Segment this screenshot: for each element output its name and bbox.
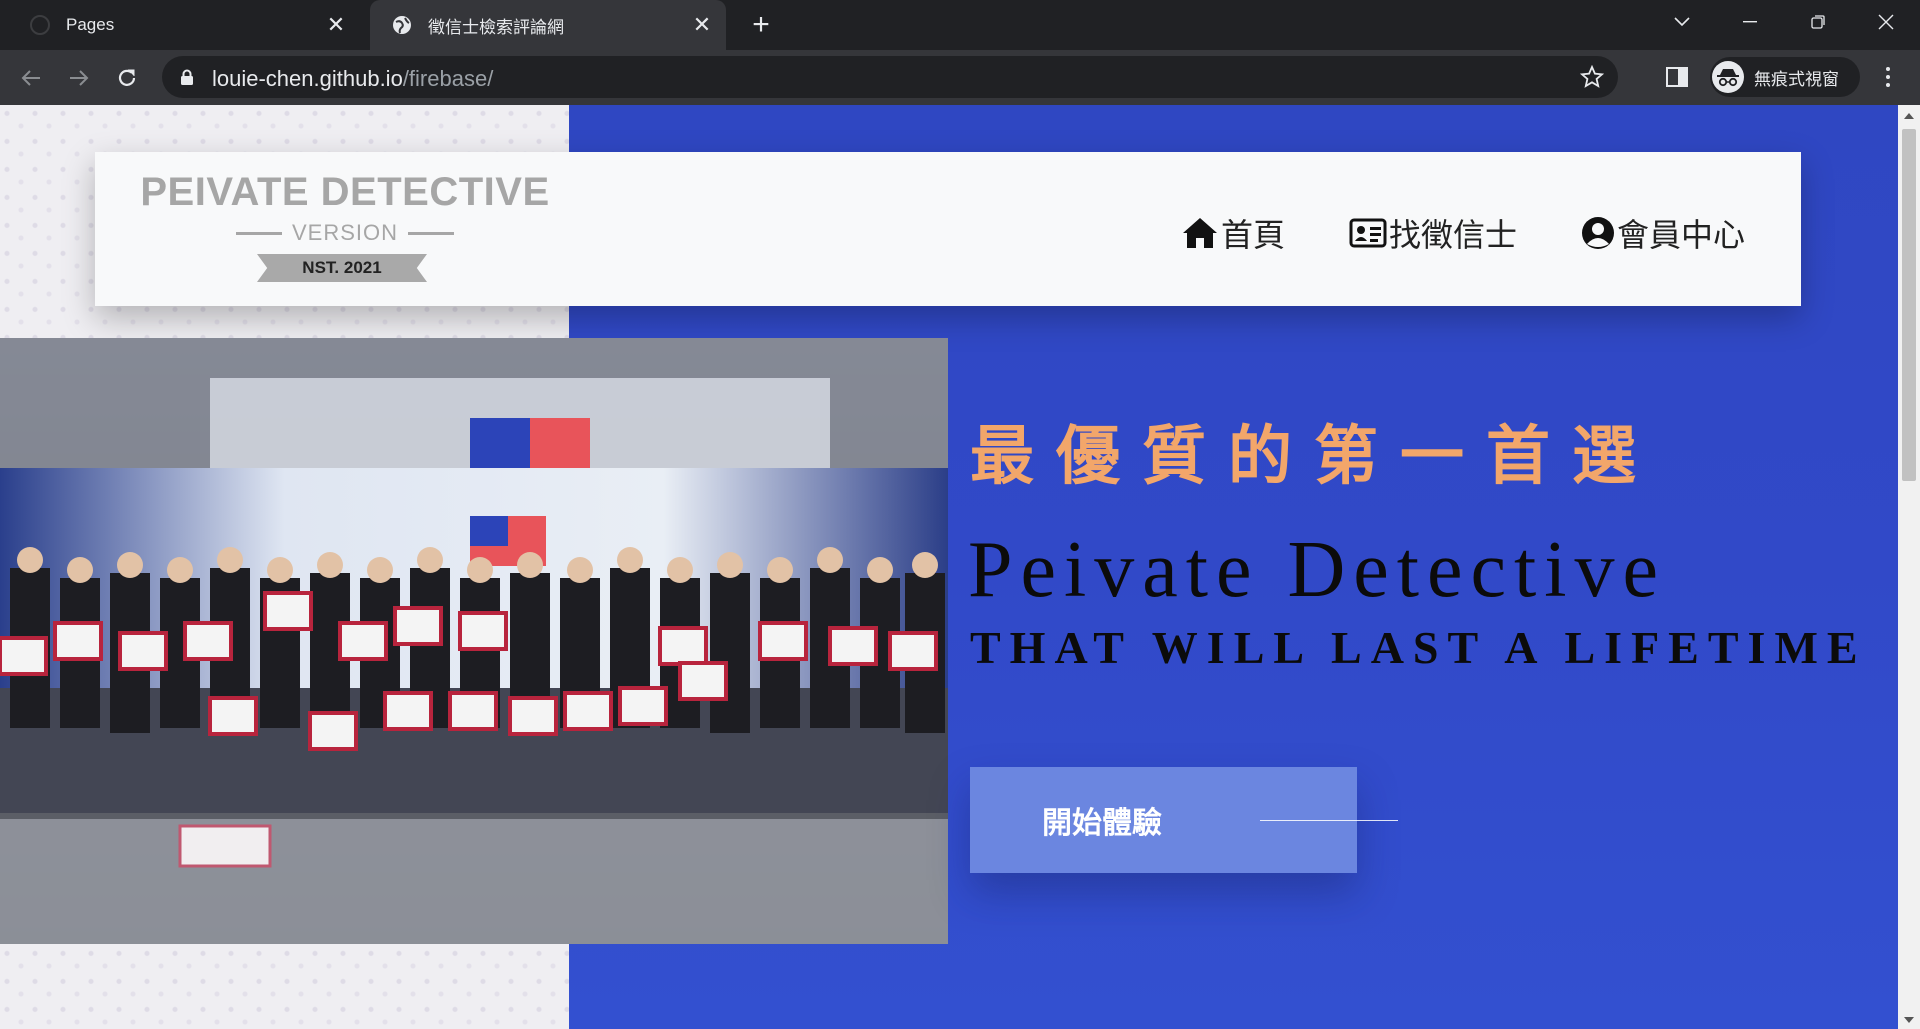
user-circle-icon [1582,217,1614,249]
logo-version: VERSION [135,220,555,246]
lock-icon [181,69,193,85]
reload-icon[interactable] [110,61,144,95]
hero-subline: THAT WILL LAST A LIFETIME [970,622,1867,673]
page-scrollbar[interactable] [1898,105,1920,1029]
close-tab-icon[interactable]: ✕ [322,11,350,39]
tab-title: Pages [66,15,115,34]
id-card-icon [1349,218,1387,248]
bookmark-star-icon[interactable] [1580,65,1604,89]
hero-photo [0,338,948,944]
scroll-down-arrow-icon[interactable] [1904,1017,1914,1023]
logo-est-ribbon: NST. 2021 [257,254,427,282]
page-viewport: PEIVATE DETECTIVE VERSION NST. 2021 首頁 找… [0,105,1898,1029]
hero-headline-zh: 最優質的第一首選 [970,420,1658,494]
nav-member-center-label: 會員中心 [1617,217,1746,253]
tab-title: 徵信士檢索評論網 [428,17,564,37]
tab-active[interactable]: 徵信士檢索評論網 ✕ [370,0,726,50]
site-header: PEIVATE DETECTIVE VERSION NST. 2021 首頁 找… [95,152,1801,306]
home-icon [1183,218,1217,248]
tab-search-icon[interactable] [1648,0,1716,44]
browser-tab-bar: Pages ✕ 徵信士檢索評論網 ✕ + [0,0,1920,50]
nav-home[interactable]: 首頁 [1181,210,1285,256]
menu-kebab-icon[interactable] [1878,62,1898,92]
address-bar[interactable]: louie-chen.github.io/firebase/ [162,56,1618,98]
close-tab-icon[interactable]: ✕ [688,11,716,39]
side-panel-icon[interactable] [1666,67,1688,87]
cta-decor-line [1260,820,1398,821]
incognito-icon [1712,61,1744,93]
logo-title[interactable]: PEIVATE DETECTIVE [135,170,555,215]
scroll-up-arrow-icon[interactable] [1904,113,1914,119]
nav-member-center[interactable]: 會員中心 [1581,210,1745,256]
incognito-label: 無痕式視窗 [1754,69,1839,89]
hero-headline-en: Peivate Detective [968,526,1666,614]
new-tab-button[interactable]: + [744,8,778,42]
url-text: louie-chen.github.io/firebase/ [212,66,493,92]
close-window-icon[interactable] [1852,0,1920,44]
logo-version-text: VERSION [291,220,399,245]
restore-icon[interactable] [1784,0,1852,44]
minimize-icon[interactable] [1716,0,1784,44]
url-host: louie-chen.github.io [212,66,403,91]
loading-favicon-icon [30,15,50,35]
tab-pages[interactable]: Pages ✕ [8,0,360,50]
back-arrow-icon[interactable] [14,61,48,95]
browser-toolbar: louie-chen.github.io/firebase/ 無痕式視窗 [0,50,1920,105]
url-path: /firebase/ [402,66,494,91]
incognito-badge[interactable]: 無痕式視窗 [1710,57,1860,97]
nav-home-label: 首頁 [1221,217,1286,253]
nav-find-detective[interactable]: 找徵信士 [1349,210,1517,256]
nav-find-detective-label: 找徵信士 [1389,217,1518,253]
forward-arrow-icon[interactable] [62,61,96,95]
scrollbar-thumb[interactable] [1902,129,1916,481]
globe-favicon-icon [392,15,412,35]
